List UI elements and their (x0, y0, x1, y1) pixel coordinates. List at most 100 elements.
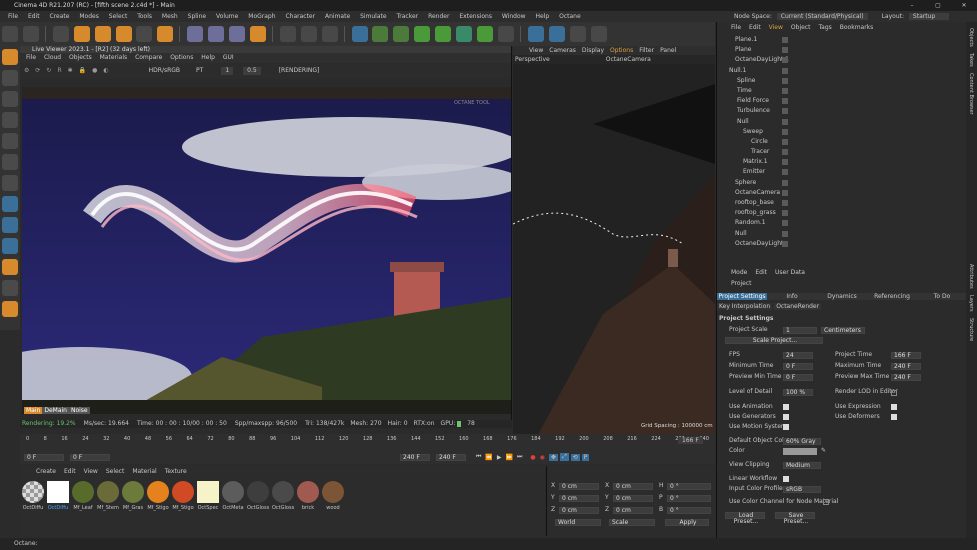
rot-b-field[interactable]: 0 ° (667, 507, 711, 514)
tab-project-settings[interactable]: Project Settings (717, 292, 767, 300)
eyedropper-icon[interactable]: ✎ (821, 447, 826, 454)
coord-mode-select[interactable]: World (555, 519, 601, 526)
maximize-button[interactable]: ▢ (925, 0, 951, 11)
linear-workflow-checkbox[interactable] (783, 476, 789, 482)
menu-extensions[interactable]: Extensions (459, 13, 492, 20)
autokey-icon[interactable]: ◉ (540, 454, 545, 461)
axis-mode-icon[interactable] (2, 154, 18, 170)
material-item[interactable]: Mf_Stem (97, 481, 119, 511)
reload-icon[interactable]: ⟳ (35, 63, 40, 79)
use-animation-checkbox[interactable] (783, 404, 789, 410)
mode-select[interactable]: PT (196, 63, 203, 79)
material-item[interactable]: brick (297, 481, 319, 511)
bend-icon[interactable] (435, 26, 452, 42)
visibility-toggle[interactable] (782, 87, 788, 94)
menu-octane[interactable]: Octane (559, 13, 581, 20)
lv-menu-materials[interactable]: Materials (100, 54, 128, 61)
object-row[interactable]: Time (717, 86, 966, 96)
use-motion-checkbox[interactable] (783, 424, 789, 430)
size-x-field[interactable]: 0 cm (613, 483, 653, 490)
background-icon[interactable] (548, 26, 565, 42)
record-icon[interactable]: ● (530, 454, 535, 461)
visibility-toggle[interactable] (782, 128, 788, 135)
move-icon[interactable] (73, 26, 90, 42)
layout-select[interactable]: Startup (908, 13, 950, 20)
material-item[interactable]: Mf_Leaf (72, 481, 94, 511)
demain-pass-button[interactable]: DeMain (42, 407, 69, 414)
vp-menu-filter[interactable]: Filter (639, 47, 654, 54)
project-time-field[interactable]: 166 F (891, 352, 921, 359)
pos-x-field[interactable]: 0 cm (559, 483, 599, 490)
material-item[interactable]: Mf_Stigo (172, 481, 194, 511)
node-space-select[interactable]: Current (Standard/Physical) (776, 13, 868, 20)
fps-field[interactable]: 24 (783, 352, 813, 359)
workplane-icon[interactable] (2, 217, 18, 233)
paint-icon[interactable] (2, 301, 18, 317)
object-row[interactable]: rooftop_grass (717, 208, 966, 218)
prev-key-icon[interactable]: ⏪ (485, 454, 492, 461)
object-row[interactable]: Field Force (717, 96, 966, 106)
tweak-icon[interactable] (2, 175, 18, 191)
visibility-toggle[interactable] (782, 189, 788, 196)
max-frame-field[interactable]: 240 F (400, 453, 430, 461)
visibility-toggle[interactable] (782, 77, 788, 84)
mat-menu-material[interactable]: Material (132, 468, 156, 475)
tab-content-browser[interactable]: Content Browser (968, 73, 974, 115)
tab-todo[interactable]: To Do (917, 292, 967, 300)
y-axis-icon[interactable] (208, 26, 225, 42)
rotate-icon[interactable] (115, 26, 132, 42)
settings-icon[interactable]: ✱ (68, 63, 73, 79)
menu-character[interactable]: Character (285, 13, 315, 20)
tab-takes[interactable]: Takes (968, 53, 974, 67)
render-picture-viewer-icon[interactable] (300, 26, 317, 42)
object-row[interactable]: Null.1 (717, 66, 966, 76)
use-deformers-checkbox[interactable] (891, 414, 897, 420)
sky-icon[interactable] (569, 26, 586, 42)
noise-pass-button[interactable]: Noise (68, 407, 90, 414)
visibility-toggle[interactable] (782, 230, 788, 237)
x-axis-icon[interactable] (187, 26, 204, 42)
load-preset-button[interactable]: Load Preset... (725, 512, 765, 525)
object-row[interactable]: rooftop_base (717, 198, 966, 208)
cube-icon[interactable] (351, 26, 368, 42)
preview-min-field[interactable]: 0 F (783, 374, 813, 381)
rot-h-field[interactable]: 0 ° (667, 483, 711, 490)
coord-scale-select[interactable]: Scale (609, 519, 655, 526)
material-item[interactable]: OctGloss (272, 481, 294, 511)
tab-objects[interactable]: Objects (968, 28, 974, 47)
field-icon[interactable] (456, 26, 473, 42)
material-item[interactable]: Mf_Stigo (147, 481, 169, 511)
preview-max-field[interactable]: 240 F (891, 374, 921, 381)
menu-spline[interactable]: Spline (188, 13, 206, 20)
material-item[interactable]: OctDiffu (22, 481, 44, 511)
pen-icon[interactable] (372, 26, 389, 42)
om-menu-file[interactable]: File (731, 24, 741, 31)
visibility-toggle[interactable] (782, 108, 788, 115)
object-row[interactable]: Tracer (717, 147, 966, 157)
object-row[interactable]: Turbulence (717, 106, 966, 116)
next-key-icon[interactable]: ⏩ (506, 454, 513, 461)
menu-file[interactable]: File (8, 13, 18, 20)
visibility-toggle[interactable] (782, 98, 788, 105)
bg-icon[interactable]: ◐ (103, 63, 108, 79)
tab-referencing[interactable]: Referencing (867, 292, 917, 300)
go-start-icon[interactable]: ⏮ (476, 453, 481, 461)
num2-field[interactable]: 0.5 (243, 67, 261, 75)
menu-window[interactable]: Window (502, 13, 526, 20)
mat-menu-select[interactable]: Select (106, 468, 125, 475)
cloner-icon[interactable] (414, 26, 431, 42)
visibility-toggle[interactable] (782, 67, 788, 74)
transform-icon[interactable] (157, 26, 174, 42)
preview-max-field[interactable]: 240 F (436, 453, 466, 461)
size-z-field[interactable]: 0 cm (613, 507, 653, 514)
object-row[interactable]: Plane.1 (717, 35, 966, 45)
visibility-toggle[interactable] (782, 57, 788, 64)
pos-y-field[interactable]: 0 cm (559, 495, 599, 502)
tab-octanerender[interactable]: OctaneRender (774, 302, 822, 310)
layer-icon[interactable] (2, 280, 18, 296)
go-end-icon[interactable]: ⏭ (517, 453, 522, 461)
lv-menu-file[interactable]: File (26, 54, 36, 61)
material-item[interactable]: OctGloss (247, 481, 269, 511)
material-item[interactable]: OctDiffu (47, 481, 69, 511)
om-menu-edit[interactable]: Edit (749, 24, 761, 31)
